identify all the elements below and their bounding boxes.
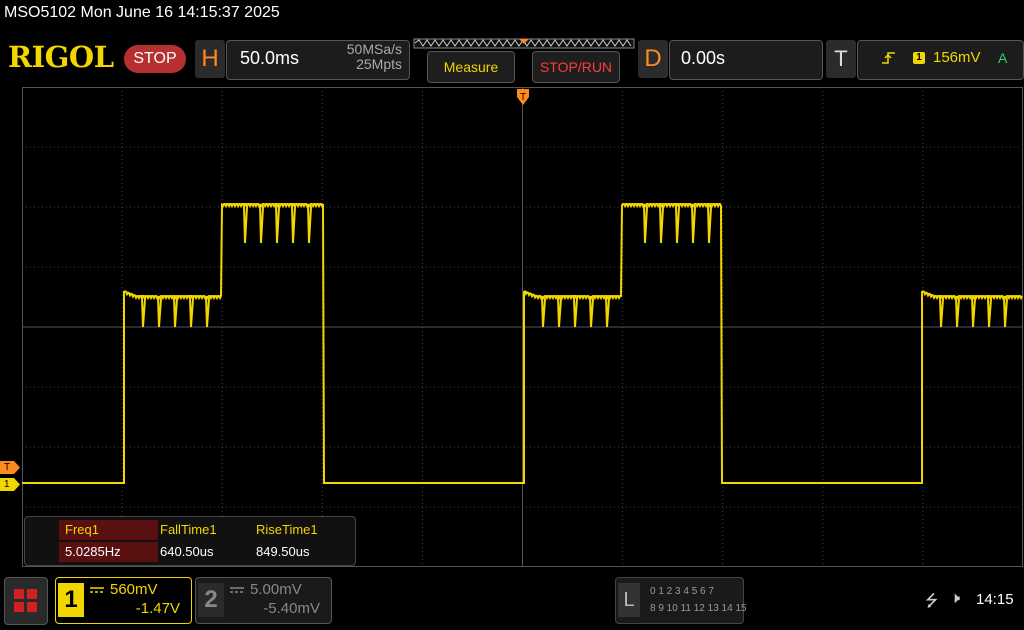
run-state-badge[interactable]: STOP bbox=[124, 45, 186, 73]
window-title: MSO5102 Mon June 16 14:15:37 2025 bbox=[4, 4, 280, 21]
horizontal-menu-button[interactable]: H bbox=[195, 40, 225, 78]
delay-value: 0.00s bbox=[681, 48, 726, 68]
channel1-label[interactable]: 1 bbox=[58, 583, 84, 617]
trigger-menu-button[interactable]: T bbox=[826, 40, 856, 78]
trigger-source-badge: 1 bbox=[913, 52, 925, 64]
speaker-muted-icon[interactable]: 🕨 bbox=[950, 590, 960, 608]
rising-edge-icon bbox=[882, 52, 895, 64]
measure-button[interactable]: Measure bbox=[427, 51, 515, 83]
trigger-mode: A bbox=[998, 50, 1008, 66]
measurement-label[interactable]: RiseTime1 bbox=[250, 520, 345, 540]
channel2-label[interactable]: 2 bbox=[198, 583, 224, 617]
timebase-value: 50.0ms bbox=[240, 48, 300, 68]
grid-menu-icon bbox=[14, 589, 37, 612]
usb-icon: ⭍ bbox=[925, 593, 939, 610]
waveform-display[interactable]: T bbox=[22, 87, 1023, 567]
navigation-menu-button[interactable] bbox=[4, 577, 48, 625]
record-position-bar bbox=[413, 38, 635, 49]
channel1-ground-marker[interactable]: 1 bbox=[0, 478, 20, 491]
delay-menu-button[interactable]: D bbox=[638, 40, 668, 78]
memory-depth: 25Mpts bbox=[356, 56, 402, 72]
rigol-logo: RIGOL bbox=[8, 40, 114, 74]
acquisition-info: 50MSa/s 25Mpts bbox=[316, 42, 402, 72]
logic-analyzer-label[interactable]: L bbox=[618, 583, 640, 617]
trigger-position-label: T bbox=[520, 92, 526, 103]
measurement-value: 849.50us bbox=[256, 544, 310, 559]
channel1-scale: 560mV bbox=[110, 581, 158, 598]
dc-coupling-icon bbox=[90, 587, 104, 593]
sample-rate: 50MSa/s bbox=[346, 41, 402, 57]
status-clock: 14:15 bbox=[976, 591, 1014, 608]
channel2-scale: 5.00mV bbox=[250, 581, 302, 598]
channel1-offset: -1.47V bbox=[135, 600, 180, 617]
digital-channels-8-15: 8 9 10 11 12 13 14 15 bbox=[650, 603, 747, 614]
trigger-level: 156mV bbox=[933, 49, 981, 66]
measurement-label[interactable]: Freq1 bbox=[59, 520, 158, 540]
channel2-offset: -5.40mV bbox=[263, 600, 320, 617]
graticule bbox=[22, 87, 1023, 567]
stop-run-button[interactable]: STOP/RUN bbox=[532, 51, 620, 83]
measurement-value: 640.50us bbox=[160, 544, 214, 559]
trigger-level-marker[interactable]: T bbox=[0, 461, 20, 474]
digital-channels-0-7: 0 1 2 3 4 5 6 7 bbox=[650, 586, 714, 597]
measurement-value: 5.0285Hz bbox=[59, 542, 158, 562]
measurement-label[interactable]: FallTime1 bbox=[154, 520, 249, 540]
dc-coupling-icon bbox=[230, 587, 244, 593]
